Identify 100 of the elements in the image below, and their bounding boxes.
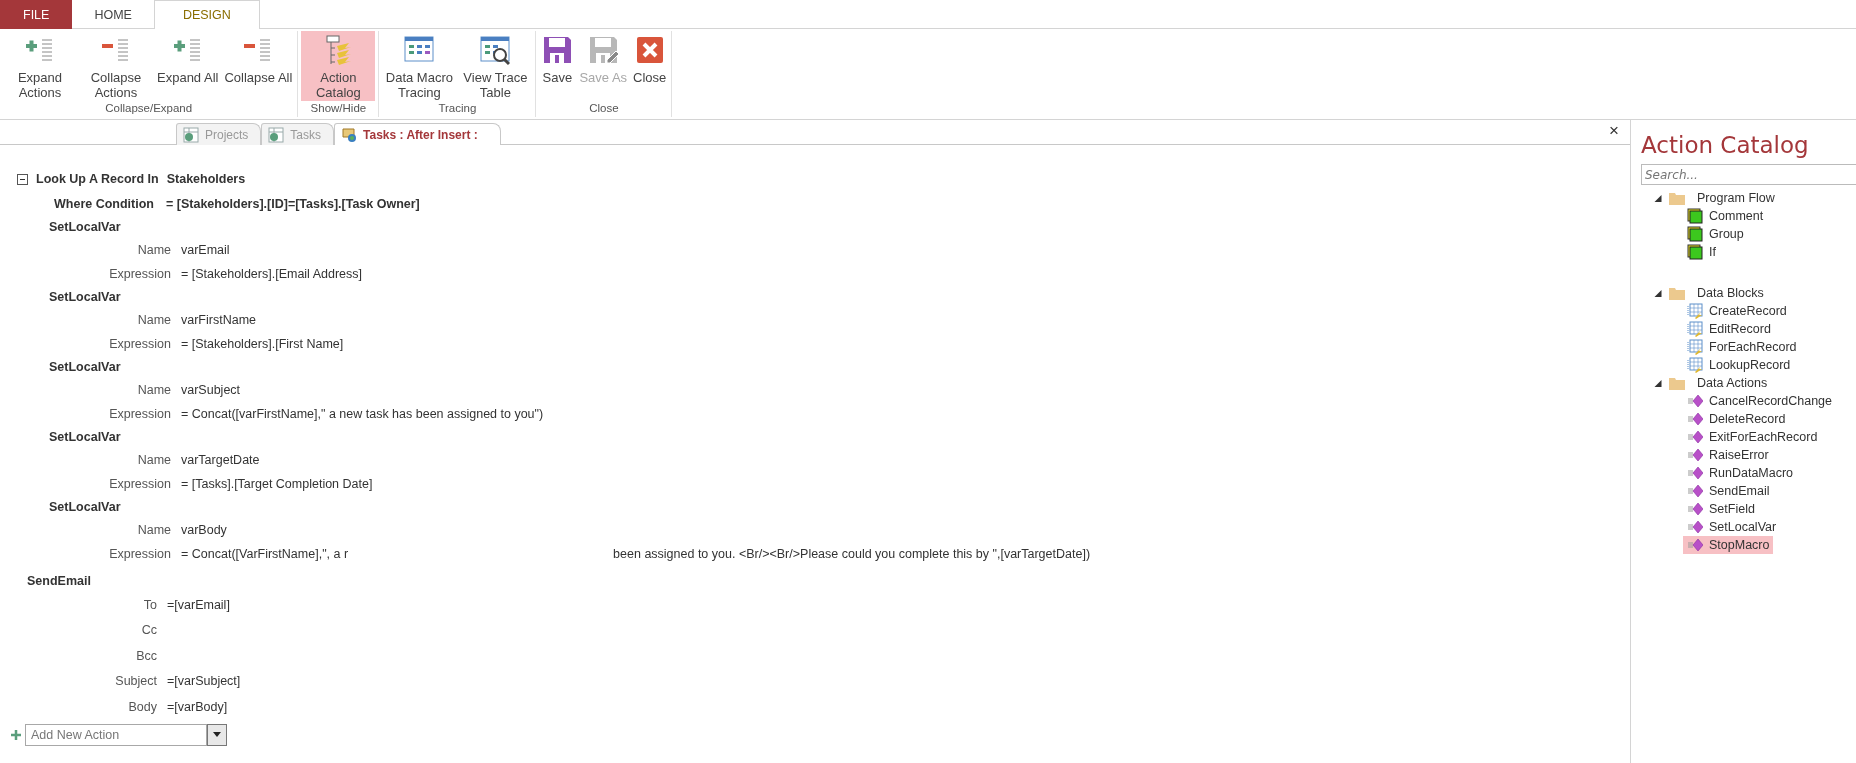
document-tab[interactable]: Tasks : After Insert : xyxy=(334,123,501,145)
argument-label: Name xyxy=(136,453,172,467)
ribbon-tab[interactable]: HOME xyxy=(72,0,154,29)
search-field[interactable]: Search... xyxy=(1641,164,1856,185)
argument-value: = Concat([VarFirstName],", a r xyxy=(181,547,349,561)
catalog-item[interactable]: SetField xyxy=(1683,500,1759,518)
catalog-item[interactable]: Comment xyxy=(1683,207,1768,225)
pane-title: Action Catalog xyxy=(1641,132,1810,158)
caret-icon xyxy=(213,732,221,737)
catalog-item[interactable]: StopMacro xyxy=(1683,536,1774,554)
argument-label: Expression xyxy=(108,337,172,351)
category-label: Program Flow xyxy=(1697,191,1775,205)
argument-label: Body xyxy=(127,699,158,714)
action-name: SetLocalVar xyxy=(48,359,122,376)
catalog-item[interactable]: RaiseError xyxy=(1683,446,1773,464)
group-label: Show/Hide xyxy=(309,101,368,116)
save-icon xyxy=(541,34,574,66)
gem-icon xyxy=(1687,393,1703,409)
ribbon-button[interactable]: Collapse All xyxy=(222,31,295,101)
folder-icon xyxy=(1669,191,1685,205)
gem-icon xyxy=(1687,501,1703,517)
stacked-squares-icon xyxy=(1687,244,1703,260)
catalog-item[interactable]: DeleteRecord xyxy=(1683,410,1790,428)
gem-icon xyxy=(1687,483,1703,499)
catalog-item[interactable]: If xyxy=(1683,243,1720,261)
catalog-item[interactable]: CreateRecord xyxy=(1683,302,1791,320)
add-action-field[interactable]: Add New Action xyxy=(25,723,207,746)
collapse-toggle-icon[interactable] xyxy=(17,173,28,185)
ribbon-button[interactable]: Close xyxy=(631,31,669,101)
save-pencil-icon xyxy=(587,34,620,66)
catalog-item[interactable]: SetLocalVar xyxy=(1683,518,1781,536)
stacked-squares-icon xyxy=(1687,208,1703,224)
expand-triangle-icon[interactable] xyxy=(1653,194,1663,202)
close-button[interactable]: × xyxy=(1606,122,1622,140)
catalog-item[interactable]: LookupRecord xyxy=(1683,356,1795,374)
folder-icon xyxy=(1669,376,1685,390)
folder-icon xyxy=(1669,286,1685,300)
gem-icon xyxy=(1687,411,1703,427)
catalog-item[interactable]: EditRecord xyxy=(1683,320,1775,338)
argument-label: Name xyxy=(136,383,172,397)
argument-value: varTargetDate xyxy=(181,453,260,467)
gem-icon xyxy=(1687,429,1703,445)
catalog-item[interactable]: Group xyxy=(1683,225,1748,243)
argument-label: To xyxy=(142,597,158,612)
condition-label: Where Condition xyxy=(54,196,154,211)
action-name: SetLocalVar xyxy=(48,219,122,236)
group-label: Collapse/Expand xyxy=(104,101,194,116)
argument-value: = [Stakeholders].[Email Address] xyxy=(181,267,362,281)
ribbon-button[interactable]: Collapse Actions xyxy=(79,31,153,101)
condition-value: = [Stakeholders].[ID]=[Tasks].[Task Owner] xyxy=(166,196,420,211)
gem-icon xyxy=(1687,537,1703,553)
table-globe-icon xyxy=(183,126,199,143)
catalog-item[interactable]: CancelRecordChange xyxy=(1683,392,1836,410)
action-name: SetLocalVar xyxy=(48,429,122,446)
argument-label: Subject xyxy=(114,674,158,689)
block-label: Look Up A Record In xyxy=(36,172,159,186)
ribbon-tab[interactable]: DESIGN xyxy=(153,0,260,29)
ribbon-button[interactable]: Expand Actions xyxy=(3,31,77,101)
action-name: SetLocalVar xyxy=(48,289,122,306)
stacked-squares-icon xyxy=(1687,226,1703,242)
catalog-item[interactable]: ExitForEachRecord xyxy=(1683,428,1822,446)
group-label: Close xyxy=(588,101,620,116)
table-magnifier-icon xyxy=(479,34,512,66)
catalog-item[interactable]: SendEmail xyxy=(1683,482,1774,500)
argument-label: Bcc xyxy=(135,648,158,663)
argument-label: Name xyxy=(136,243,172,257)
argument-value: varBody xyxy=(181,523,227,537)
gem-icon xyxy=(1687,447,1703,463)
catalog-item[interactable]: ForEachRecord xyxy=(1683,338,1801,356)
ribbon-tab[interactable]: FILE xyxy=(0,0,73,29)
plus-icon xyxy=(11,729,21,740)
table-globe-icon xyxy=(268,126,285,143)
ribbon-button[interactable]: View Trace Table xyxy=(458,31,533,101)
ribbon-button[interactable]: Expand All xyxy=(155,31,221,101)
action-name: SendEmail xyxy=(27,573,92,590)
ribbon-button[interactable]: Action Catalog xyxy=(301,31,376,101)
argument-value: =[varSubject] xyxy=(167,674,241,689)
argument-value: = [Stakeholders].[First Name] xyxy=(181,337,344,351)
catalog-item[interactable]: RunDataMacro xyxy=(1683,464,1798,482)
argument-value: =[varEmail] xyxy=(167,597,230,612)
argument-value: been assigned to you. <Br/><Br/>Please could you complete this by ",[varTargetDate]) xyxy=(613,547,1091,561)
argument-value: varEmail xyxy=(181,243,230,257)
dropdown-button[interactable] xyxy=(207,723,227,746)
argument-value: = Concat([varFirstName]," a new task has been assigned to you") xyxy=(181,407,544,421)
action-name: SetLocalVar xyxy=(48,499,122,516)
argument-value: varFirstName xyxy=(181,313,256,327)
grid-lightning-icon xyxy=(1687,321,1703,337)
ribbon-button[interactable]: Data Macro Tracing xyxy=(382,31,457,101)
gem-icon xyxy=(1687,465,1703,481)
expand-triangle-icon[interactable] xyxy=(1653,289,1663,297)
category-label: Data Blocks xyxy=(1697,286,1764,300)
grid-lightning-icon xyxy=(1687,357,1703,373)
argument-value: = [Tasks].[Target Completion Date] xyxy=(181,477,373,491)
argument-value: varSubject xyxy=(181,383,241,397)
expand-triangle-icon[interactable] xyxy=(1653,379,1663,387)
argument-label: Expression xyxy=(108,477,172,491)
table-name: Stakeholders xyxy=(166,172,246,186)
ribbon-button[interactable]: Save xyxy=(539,31,576,101)
grid-lightning-icon xyxy=(1687,303,1703,319)
grid-lightning-icon xyxy=(1687,339,1703,355)
